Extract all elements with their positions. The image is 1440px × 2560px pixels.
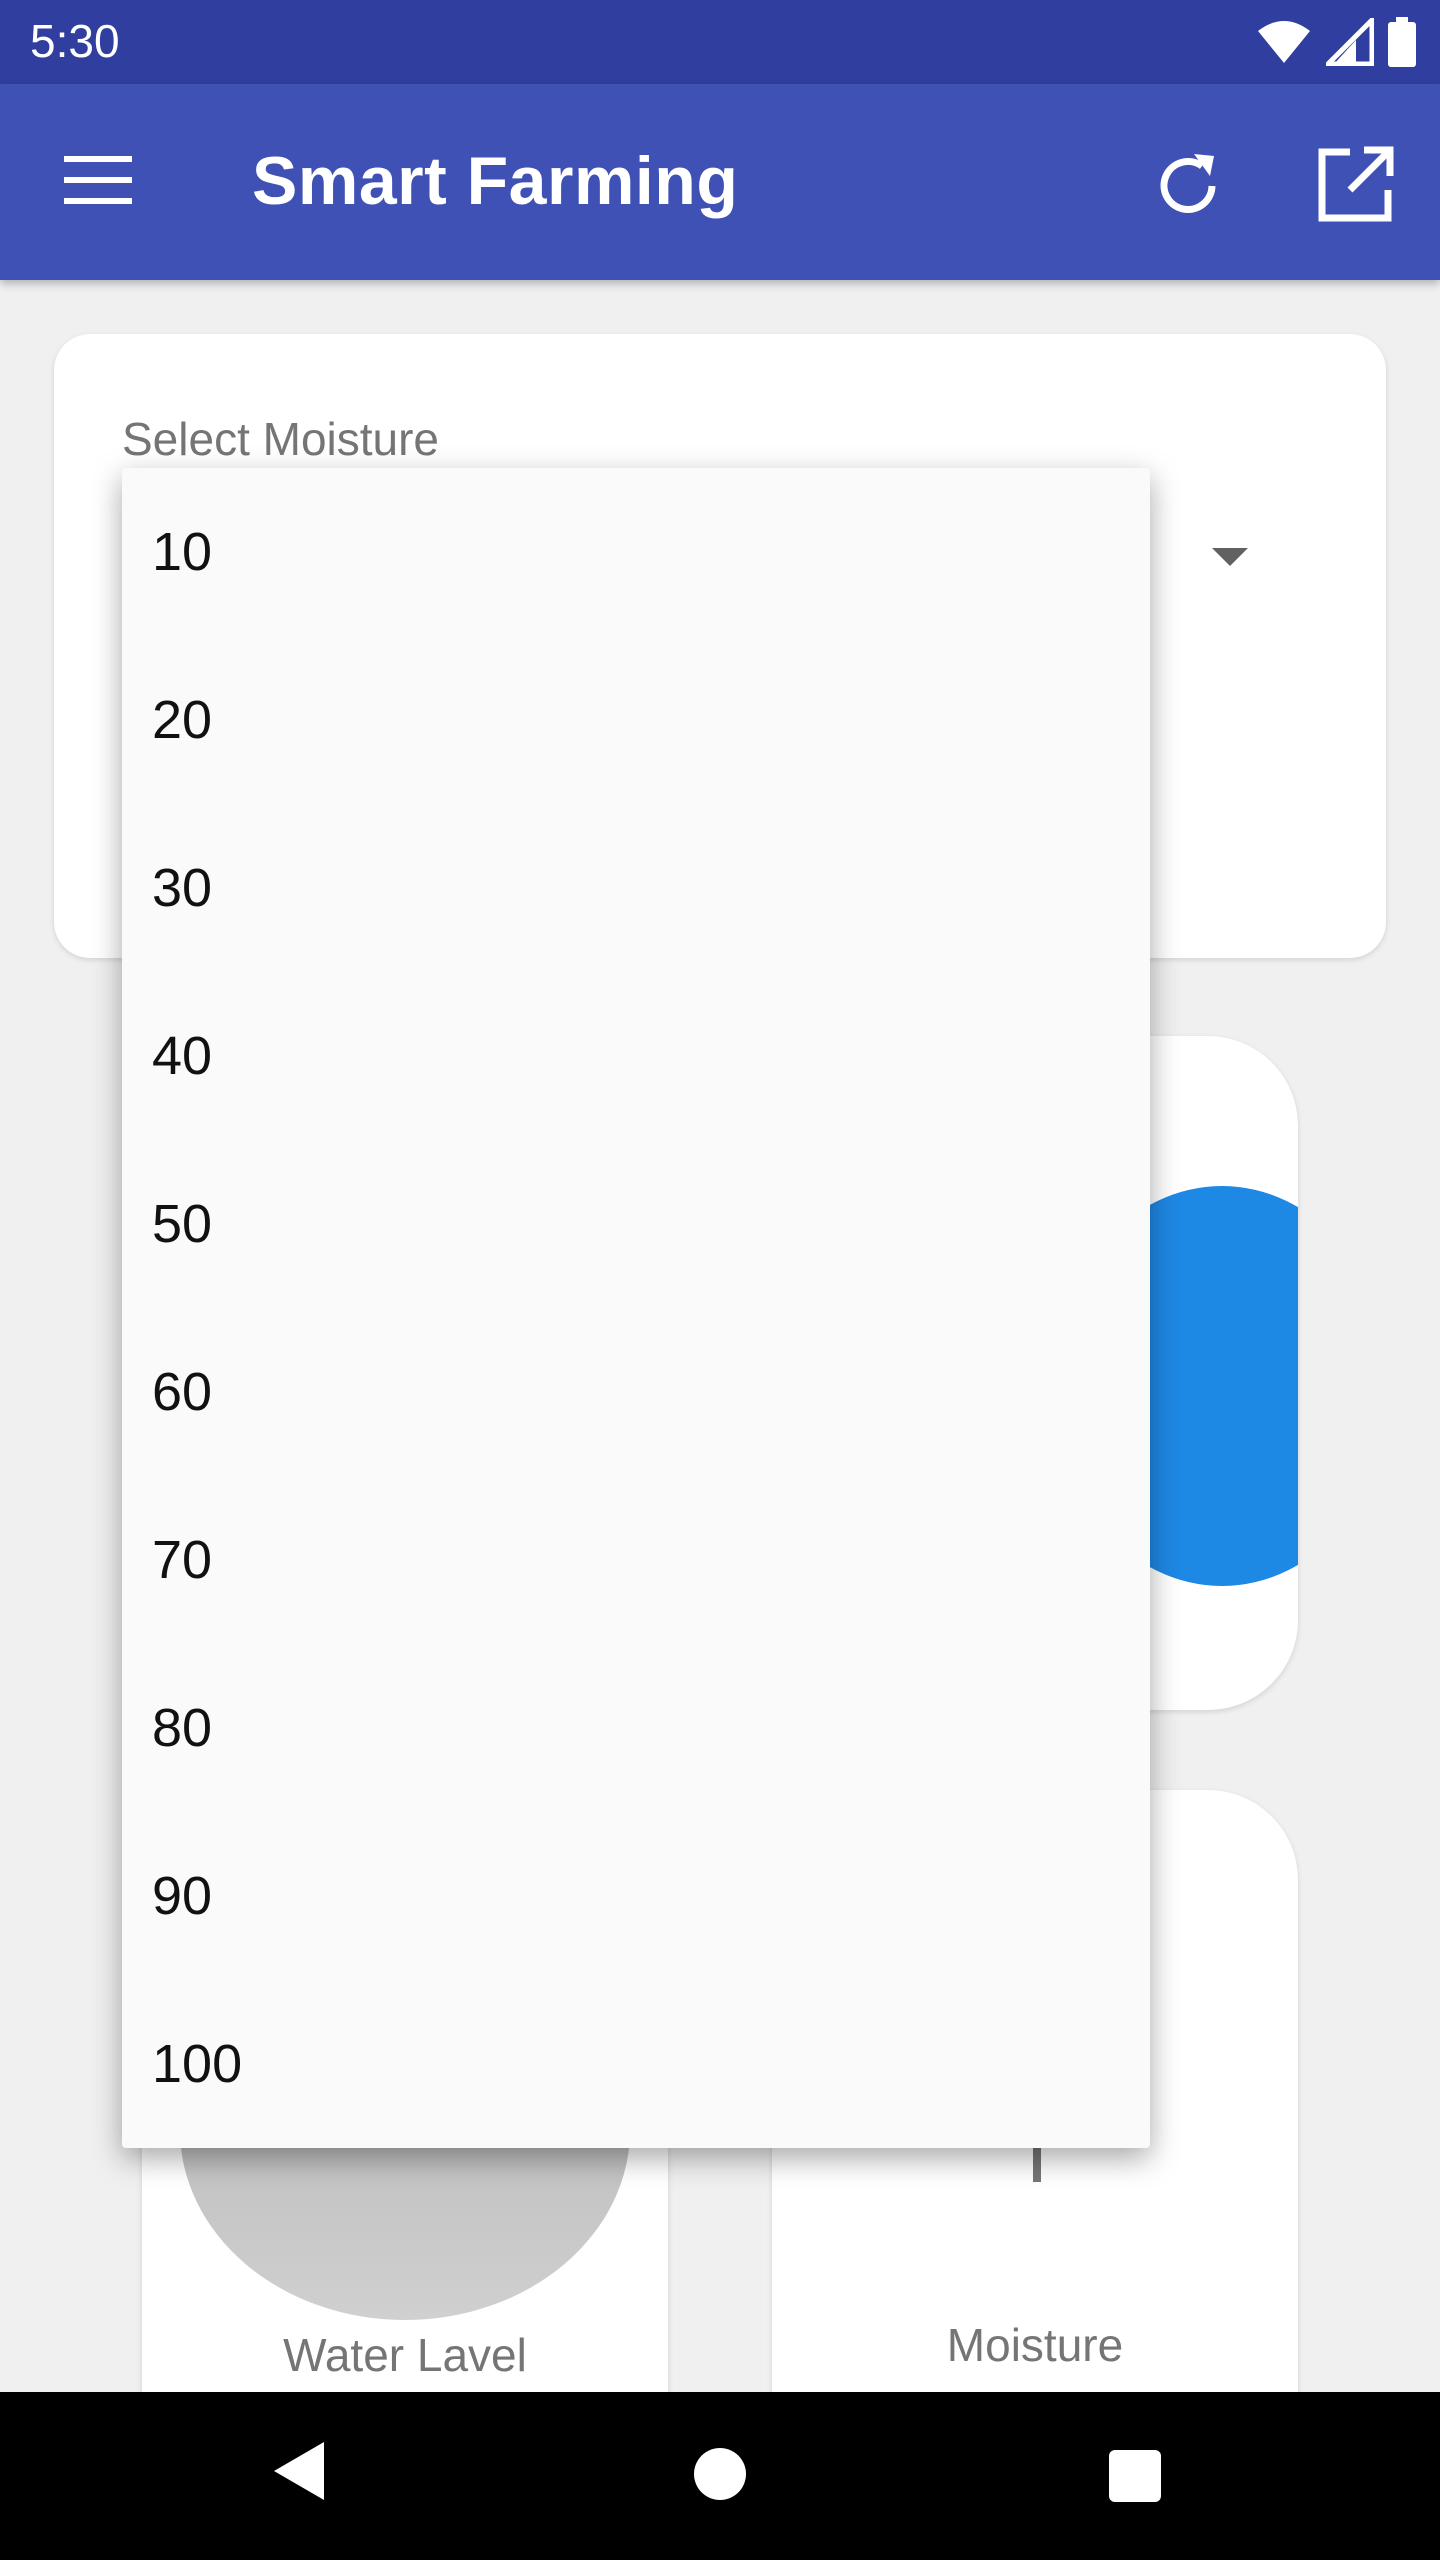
dropdown-option-10[interactable]: 10 (122, 468, 1150, 636)
moisture-dropdown-menu: 10 20 30 40 50 60 70 80 90 100 (122, 468, 1150, 2148)
signal-icon (1326, 18, 1374, 66)
refresh-icon[interactable] (1150, 148, 1226, 224)
app-bar: Smart Farming (0, 84, 1440, 280)
dropdown-option-20[interactable]: 20 (122, 636, 1150, 804)
recents-icon[interactable] (1109, 2450, 1161, 2502)
home-icon[interactable] (694, 2448, 746, 2500)
dropdown-option-70[interactable]: 70 (122, 1476, 1150, 1644)
dropdown-arrow-icon[interactable] (1212, 548, 1248, 566)
status-icons (1256, 16, 1416, 68)
open-in-new-icon[interactable] (1316, 146, 1394, 224)
navigation-bar (0, 2392, 1440, 2560)
dropdown-option-100[interactable]: 100 (122, 1980, 1150, 2148)
water-level-label: Water Lavel (283, 2329, 527, 2381)
status-bar: 5:30 (0, 0, 1440, 84)
dropdown-option-90[interactable]: 90 (122, 1812, 1150, 1980)
moisture-label: Moisture (946, 2319, 1124, 2371)
dropdown-option-80[interactable]: 80 (122, 1644, 1150, 1812)
select-moisture-label: Select Moisture (122, 413, 440, 465)
wifi-icon (1258, 21, 1310, 63)
dropdown-option-30[interactable]: 30 (122, 804, 1150, 972)
dropdown-option-40[interactable]: 40 (122, 972, 1150, 1140)
battery-icon (1388, 17, 1416, 67)
dropdown-option-50[interactable]: 50 (122, 1140, 1150, 1308)
dropdown-option-60[interactable]: 60 (122, 1308, 1150, 1476)
back-icon[interactable] (272, 2440, 326, 2502)
status-time: 5:30 (30, 15, 120, 67)
menu-icon[interactable] (64, 154, 132, 206)
page-title: Smart Farming (252, 143, 739, 219)
